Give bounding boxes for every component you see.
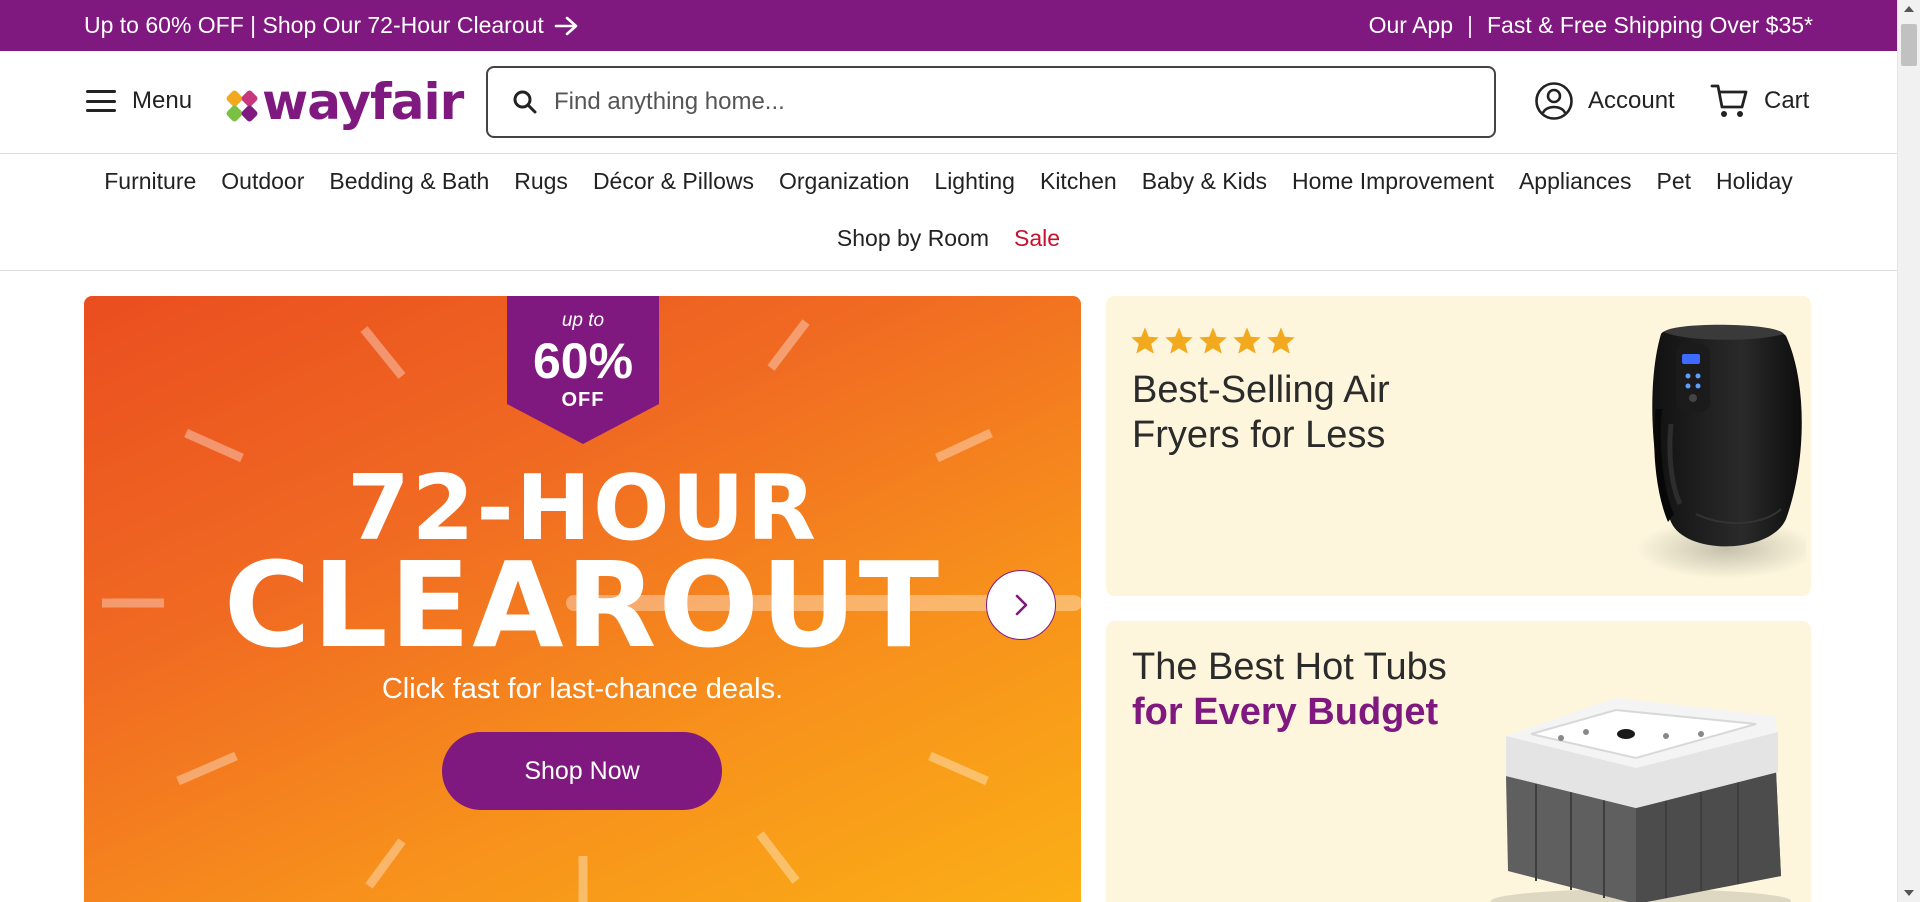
air-fryers-title: Best-Selling Air Fryers for Less bbox=[1132, 369, 1390, 456]
promo-separator: | bbox=[1467, 12, 1473, 38]
page-scrollbar[interactable] bbox=[1897, 0, 1920, 902]
site-header: Menu wayfair Account Cart bbox=[0, 51, 1897, 154]
category-bedding-bath[interactable]: Bedding & Bath bbox=[329, 168, 489, 195]
category-holiday[interactable]: Holiday bbox=[1716, 168, 1793, 195]
air-fryer-image bbox=[1636, 324, 1806, 579]
star-icon bbox=[1131, 327, 1159, 354]
hot-tubs-subtitle: for Every Budget bbox=[1132, 691, 1439, 733]
category-kitchen[interactable]: Kitchen bbox=[1040, 168, 1117, 195]
menu-button[interactable]: Menu bbox=[86, 87, 192, 115]
cart-label: Cart bbox=[1764, 87, 1810, 114]
hot-tubs-card[interactable]: The Best Hot Tubs for Every Budget bbox=[1106, 621, 1811, 902]
category-decor-pillows[interactable]: Décor & Pillows bbox=[593, 168, 754, 195]
category-sale[interactable]: Sale bbox=[1014, 225, 1060, 252]
badge-off: OFF bbox=[561, 389, 605, 411]
wayfair-logo[interactable]: wayfair bbox=[224, 73, 464, 131]
category-appliances[interactable]: Appliances bbox=[1519, 168, 1632, 195]
star-icon bbox=[1199, 327, 1227, 354]
scroll-down-arrow[interactable] bbox=[1904, 890, 1914, 896]
arrow-right-icon bbox=[554, 16, 578, 35]
scroll-up-arrow[interactable] bbox=[1904, 6, 1914, 12]
shipping-link[interactable]: Fast & Free Shipping Over $35* bbox=[1487, 12, 1813, 39]
promo-bar: Up to 60% OFF | Shop Our 72-Hour Clearou… bbox=[0, 0, 1897, 51]
our-app-link[interactable]: Our App bbox=[1369, 12, 1453, 39]
hamburger-icon bbox=[86, 90, 116, 112]
hero-banner[interactable]: up to 60% OFF 72-HOUR CLEAROUT Click fas… bbox=[84, 296, 1081, 902]
category-baby-kids[interactable]: Baby & Kids bbox=[1142, 168, 1267, 195]
account-button[interactable]: Account bbox=[1534, 81, 1675, 121]
category-furniture[interactable]: Furniture bbox=[104, 168, 196, 195]
category-shop-by-room[interactable]: Shop by Room bbox=[837, 225, 989, 252]
star-icon bbox=[1233, 327, 1261, 354]
hero-title-line2: CLEAROUT bbox=[223, 536, 942, 674]
chevron-right-icon bbox=[1015, 594, 1028, 616]
hot-tubs-title: The Best Hot Tubs bbox=[1132, 646, 1447, 688]
category-outdoor[interactable]: Outdoor bbox=[221, 168, 304, 195]
category-pet[interactable]: Pet bbox=[1657, 168, 1692, 195]
logo-text: wayfair bbox=[262, 73, 464, 131]
star-icon bbox=[1165, 327, 1193, 354]
scroll-thumb[interactable] bbox=[1901, 24, 1917, 66]
category-row: Furniture Outdoor Bedding & Bath Rugs Dé… bbox=[0, 168, 1897, 195]
rating-stars bbox=[1130, 326, 1296, 355]
menu-label: Menu bbox=[132, 87, 193, 114]
cart-icon bbox=[1710, 84, 1748, 117]
promo-right: Our App | Fast & Free Shipping Over $35* bbox=[1369, 12, 1813, 39]
category-home-improvement[interactable]: Home Improvement bbox=[1292, 168, 1494, 195]
star-icon bbox=[1267, 327, 1295, 354]
category-rugs[interactable]: Rugs bbox=[514, 168, 568, 195]
hero-subtitle: Click fast for last-chance deals. bbox=[381, 673, 784, 705]
clearout-promo-text: Up to 60% OFF | Shop Our 72-Hour Clearou… bbox=[84, 12, 544, 38]
badge-percent: 60% bbox=[532, 333, 634, 389]
clearout-promo-link[interactable]: Up to 60% OFF | Shop Our 72-Hour Clearou… bbox=[84, 12, 580, 39]
hot-tub-image bbox=[1491, 698, 1791, 902]
category-row-2: Shop by Room Sale bbox=[0, 225, 1897, 252]
category-nav: Furniture Outdoor Bedding & Bath Rugs Dé… bbox=[0, 155, 1897, 271]
category-lighting[interactable]: Lighting bbox=[934, 168, 1015, 195]
search-icon bbox=[513, 90, 537, 114]
search-bar[interactable] bbox=[486, 66, 1496, 138]
air-fryers-card[interactable]: Best-Selling Air Fryers for Less bbox=[1106, 296, 1811, 596]
wayfair-logo-mark bbox=[226, 90, 258, 122]
carousel-next-button[interactable] bbox=[986, 570, 1056, 640]
search-input[interactable] bbox=[554, 88, 1454, 116]
shop-now-button[interactable]: Shop Now bbox=[442, 732, 722, 810]
account-label: Account bbox=[1588, 87, 1675, 114]
account-icon bbox=[1535, 82, 1573, 120]
category-organization[interactable]: Organization bbox=[779, 168, 909, 195]
cart-button[interactable]: Cart bbox=[1710, 81, 1809, 121]
badge-up-to: up to bbox=[561, 310, 605, 331]
